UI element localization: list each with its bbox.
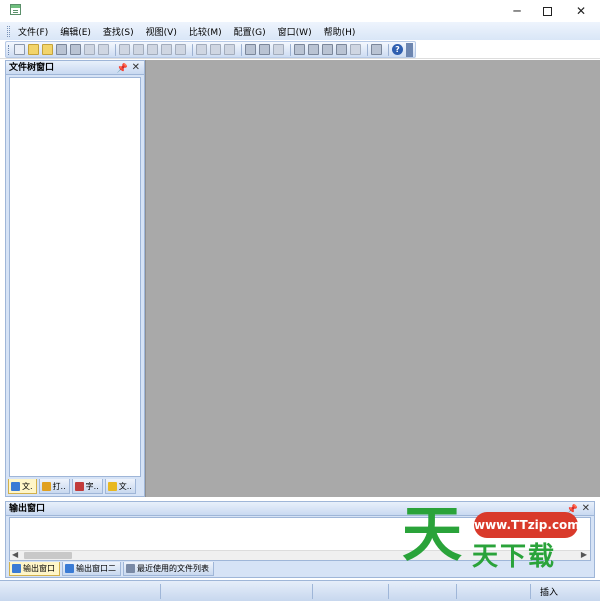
watermark-url: www.TTzip.com [474, 512, 580, 538]
document-area[interactable] [145, 60, 600, 497]
menu-edit[interactable]: 编辑(E) [60, 25, 91, 38]
tab-output[interactable]: 输出窗口 [9, 562, 60, 576]
replace-icon[interactable] [210, 44, 221, 55]
close-all-icon[interactable] [98, 44, 109, 55]
tree-icon [11, 481, 20, 491]
status-bar: 插入 [0, 580, 600, 601]
file-tree-tabs: 文. 打.. 字.. 文.. [8, 479, 142, 495]
options-icon[interactable] [350, 44, 361, 55]
scroll-right-icon[interactable]: ▶ [581, 550, 587, 559]
tab-recent-files[interactable]: 最近使用的文件列表 [123, 562, 214, 576]
scroll-thumb[interactable] [24, 552, 72, 559]
help-icon[interactable]: ? [392, 44, 403, 55]
diff-prev-icon[interactable] [294, 44, 305, 55]
output-icon [12, 564, 21, 573]
open-file-icon [41, 481, 51, 491]
close-button[interactable]: ✕ [564, 0, 598, 22]
toolbar-separator [115, 43, 116, 56]
tab-favorites[interactable]: 文.. [104, 479, 136, 494]
pin-icon[interactable]: 📌 [117, 62, 128, 76]
redo-icon[interactable] [133, 44, 144, 55]
merge-icon[interactable] [259, 44, 270, 55]
menu-compare[interactable]: 比较(M) [189, 25, 222, 38]
output-title: 输出窗口 [9, 504, 46, 514]
save-icon[interactable] [56, 44, 67, 55]
status-divider [530, 584, 531, 599]
file-tree-title: 文件树窗口 [9, 63, 55, 73]
toolbar: ? [0, 40, 600, 59]
tab-label: 文. [22, 481, 33, 491]
status-divider [160, 584, 161, 599]
save-all-icon[interactable] [70, 44, 81, 55]
panel-close-icon[interactable]: ✕ [132, 61, 140, 75]
tab-file-tree[interactable]: 文. [8, 479, 37, 494]
tab-charset[interactable]: 字.. [71, 479, 103, 494]
menubar-grip-icon[interactable] [7, 26, 10, 37]
insert-mode-indicator: 插入 [540, 588, 559, 598]
open-file-icon[interactable] [42, 44, 53, 55]
tab-label: 最近使用的文件列表 [137, 564, 209, 573]
menu-file[interactable]: 文件(F) [18, 25, 48, 38]
tab-label: 输出窗口二 [76, 564, 116, 573]
output2-icon [65, 564, 74, 573]
tab-label: 文.. [118, 481, 132, 491]
toolbar-grip-icon[interactable] [8, 45, 10, 55]
tab-output-2[interactable]: 输出窗口二 [62, 562, 121, 576]
file-tree-panel: 文件树窗口 📌 ✕ 文. 打.. 字.. 文.. [5, 60, 145, 497]
standard-toolbar: ? [5, 41, 416, 58]
file-tree-header: 文件树窗口 📌 ✕ [6, 61, 144, 75]
menu-help[interactable]: 帮助(H) [324, 25, 356, 38]
undo-icon[interactable] [119, 44, 130, 55]
recent-files-icon [126, 564, 135, 573]
toolbar-separator [241, 43, 242, 56]
compare-icon[interactable] [245, 44, 256, 55]
minimize-button[interactable]: ─ [500, 0, 534, 22]
tab-open-files[interactable]: 打.. [38, 479, 70, 494]
menu-config[interactable]: 配置(G) [234, 25, 266, 38]
maximize-icon [542, 6, 552, 16]
tab-label: 打.. [52, 481, 66, 491]
close-file-icon[interactable] [84, 44, 95, 55]
title-bar: ─ ✕ [0, 0, 600, 22]
toolbar-overflow-icon[interactable] [406, 42, 413, 57]
toolbar-separator [192, 43, 193, 56]
watermark-logo: 天 [402, 500, 462, 570]
goto-icon[interactable] [224, 44, 235, 55]
status-divider [388, 584, 389, 599]
find-icon[interactable] [196, 44, 207, 55]
toolbar-separator [290, 43, 291, 56]
status-divider [456, 584, 457, 599]
app-icon [10, 4, 21, 15]
star-icon [107, 481, 117, 491]
toolbar-separator [388, 43, 389, 56]
bookmark-icon[interactable] [273, 44, 284, 55]
diff-last-icon[interactable] [336, 44, 347, 55]
watermark-text: 天下载 [472, 542, 557, 572]
maximize-button[interactable] [530, 0, 564, 22]
file-tree-view[interactable] [9, 77, 141, 477]
open-folder-icon[interactable] [28, 44, 39, 55]
status-divider [312, 584, 313, 599]
new-file-icon[interactable] [14, 44, 25, 55]
tab-label: 输出窗口 [23, 564, 55, 573]
toolbar-separator [367, 43, 368, 56]
menu-view[interactable]: 视图(V) [146, 25, 177, 38]
scroll-left-icon[interactable]: ◀ [12, 550, 18, 559]
output-tabs: 输出窗口 输出窗口二 最近使用的文件列表 [9, 562, 216, 577]
tab-label: 字.. [85, 481, 99, 491]
menu-window[interactable]: 窗口(W) [278, 25, 312, 38]
paste-icon[interactable] [175, 44, 186, 55]
diff-first-icon[interactable] [322, 44, 333, 55]
copy-icon[interactable] [161, 44, 172, 55]
menu-bar: 文件(F) 编辑(E) 查找(S) 视图(V) 比较(M) 配置(G) 窗口(W… [0, 22, 600, 40]
diff-next-icon[interactable] [308, 44, 319, 55]
cut-icon[interactable] [147, 44, 158, 55]
hex-view-icon[interactable] [371, 44, 382, 55]
panel-close-icon[interactable]: ✕ [582, 502, 590, 516]
menu-find[interactable]: 查找(S) [103, 25, 134, 38]
chart-icon [74, 481, 84, 491]
